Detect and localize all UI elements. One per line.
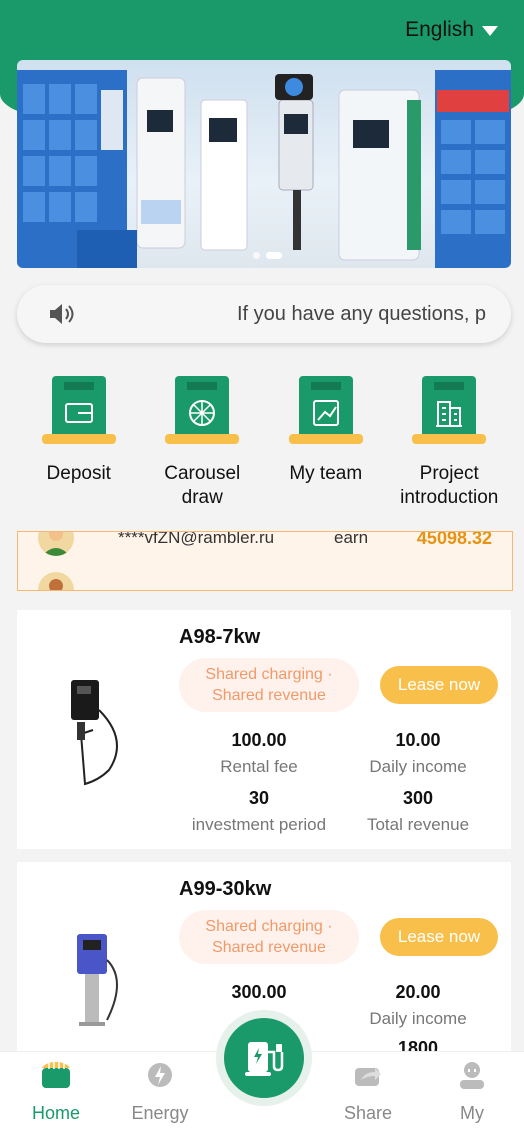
energy-icon <box>148 1063 172 1087</box>
home-icon <box>42 1062 70 1088</box>
ticker-row: ****vfZN@rambler.ru earn 45098.32 <box>18 531 512 558</box>
nav-share[interactable]: Share <box>323 1060 413 1124</box>
tag-line: Shared revenue <box>212 939 326 956</box>
deposit-button[interactable]: Deposit <box>17 372 141 512</box>
total-revenue-stat: 1800 <box>343 1038 493 1051</box>
rental-fee-stat: 100.00 Rental fee <box>184 730 334 777</box>
user-icon <box>460 1062 484 1089</box>
charging-fab-inner <box>224 1018 304 1098</box>
wallet-icon <box>41 376 116 444</box>
period-label: investment period <box>191 815 327 834</box>
nav-home[interactable]: Home <box>11 1060 101 1124</box>
wheel-icon <box>165 376 240 444</box>
rental-fee-value: 100.00 <box>231 730 287 750</box>
notice-bar[interactable]: If you have any questions, p <box>17 285 511 343</box>
tag-line: Shared charging · <box>205 918 333 935</box>
charger-image <box>71 680 118 786</box>
lease-now-button[interactable]: Lease now <box>380 666 498 704</box>
nav-energy[interactable]: Energy <box>115 1060 205 1124</box>
total-revenue-value: 1800 <box>397 1038 439 1051</box>
avatar <box>38 572 74 590</box>
product-card: A98-7kw Shared charging · Shared revenue… <box>17 610 511 849</box>
rental-fee-label: Rental fee <box>220 757 298 776</box>
carousel-dot <box>253 252 260 259</box>
tag-line: Shared revenue <box>212 687 326 704</box>
product-name: A98-7kw <box>179 626 261 648</box>
notice-text: If you have any questions, p <box>237 302 487 325</box>
nav-energy-label: Energy <box>131 1103 189 1123</box>
tag-line: Shared charging · <box>205 666 333 683</box>
speaker-icon <box>50 304 74 324</box>
nav-my-label: My <box>460 1103 484 1123</box>
share-icon <box>355 1068 381 1086</box>
earnings-ticker: ****vfZN@rambler.ru earn 45098.32 <box>17 531 513 591</box>
banner-image <box>17 70 511 268</box>
product-tag: Shared charging · Shared revenue <box>179 658 359 712</box>
chevron-down-icon <box>482 26 498 36</box>
total-revenue-stat: 300 Total revenue <box>343 788 493 835</box>
charging-station-icon <box>245 1042 284 1076</box>
deposit-label: Deposit <box>46 463 111 484</box>
ticker-action: earn <box>334 531 369 547</box>
daily-income-value: 20.00 <box>395 982 441 1002</box>
language-selector[interactable]: English <box>405 18 498 42</box>
lease-now-button[interactable]: Lease now <box>380 918 498 956</box>
banner-carousel[interactable] <box>17 60 511 268</box>
building-icon <box>412 376 487 444</box>
charger-image <box>77 934 118 1026</box>
total-revenue-value: 300 <box>402 788 434 808</box>
daily-income-value: 10.00 <box>395 730 441 750</box>
carousel-draw-button[interactable]: Carousel draw <box>141 372 265 512</box>
daily-income-stat: 20.00 Daily income <box>343 982 493 1029</box>
quick-actions: Deposit Carousel draw My team Project in… <box>17 372 511 512</box>
product-tag: Shared charging · Shared revenue <box>179 910 359 964</box>
carousel-draw-label: Carousel draw <box>164 463 241 508</box>
nav-share-label: Share <box>343 1103 393 1123</box>
my-team-button[interactable]: My team <box>264 372 388 512</box>
daily-income-stat: 10.00 Daily income <box>343 730 493 777</box>
period-value: 30 <box>248 788 270 808</box>
language-label: English <box>405 18 474 41</box>
product-name: A99-30kw <box>179 878 272 900</box>
rental-fee-value: 300.00 <box>231 982 287 1002</box>
carousel-dot-active <box>266 252 282 259</box>
avatar <box>38 532 74 556</box>
carousel-indicator <box>253 252 282 259</box>
chart-icon <box>288 376 363 444</box>
ticker-row-next <box>18 570 512 590</box>
ticker-email: ****vfZN@rambler.ru <box>118 531 275 547</box>
daily-income-label: Daily income <box>369 1009 467 1028</box>
period-stat: 30 investment period <box>184 788 334 835</box>
charging-fab[interactable] <box>216 1010 312 1106</box>
my-team-label: My team <box>289 463 363 484</box>
nav-my[interactable]: My <box>427 1060 517 1124</box>
project-introduction-label: Project introduction <box>400 463 499 508</box>
ticker-amount: 45098.32 <box>416 531 492 548</box>
daily-income-label: Daily income <box>369 757 467 776</box>
total-revenue-label: Total revenue <box>366 815 470 834</box>
nav-home-label: Home <box>31 1103 80 1123</box>
project-introduction-button[interactable]: Project introduction <box>388 372 512 512</box>
